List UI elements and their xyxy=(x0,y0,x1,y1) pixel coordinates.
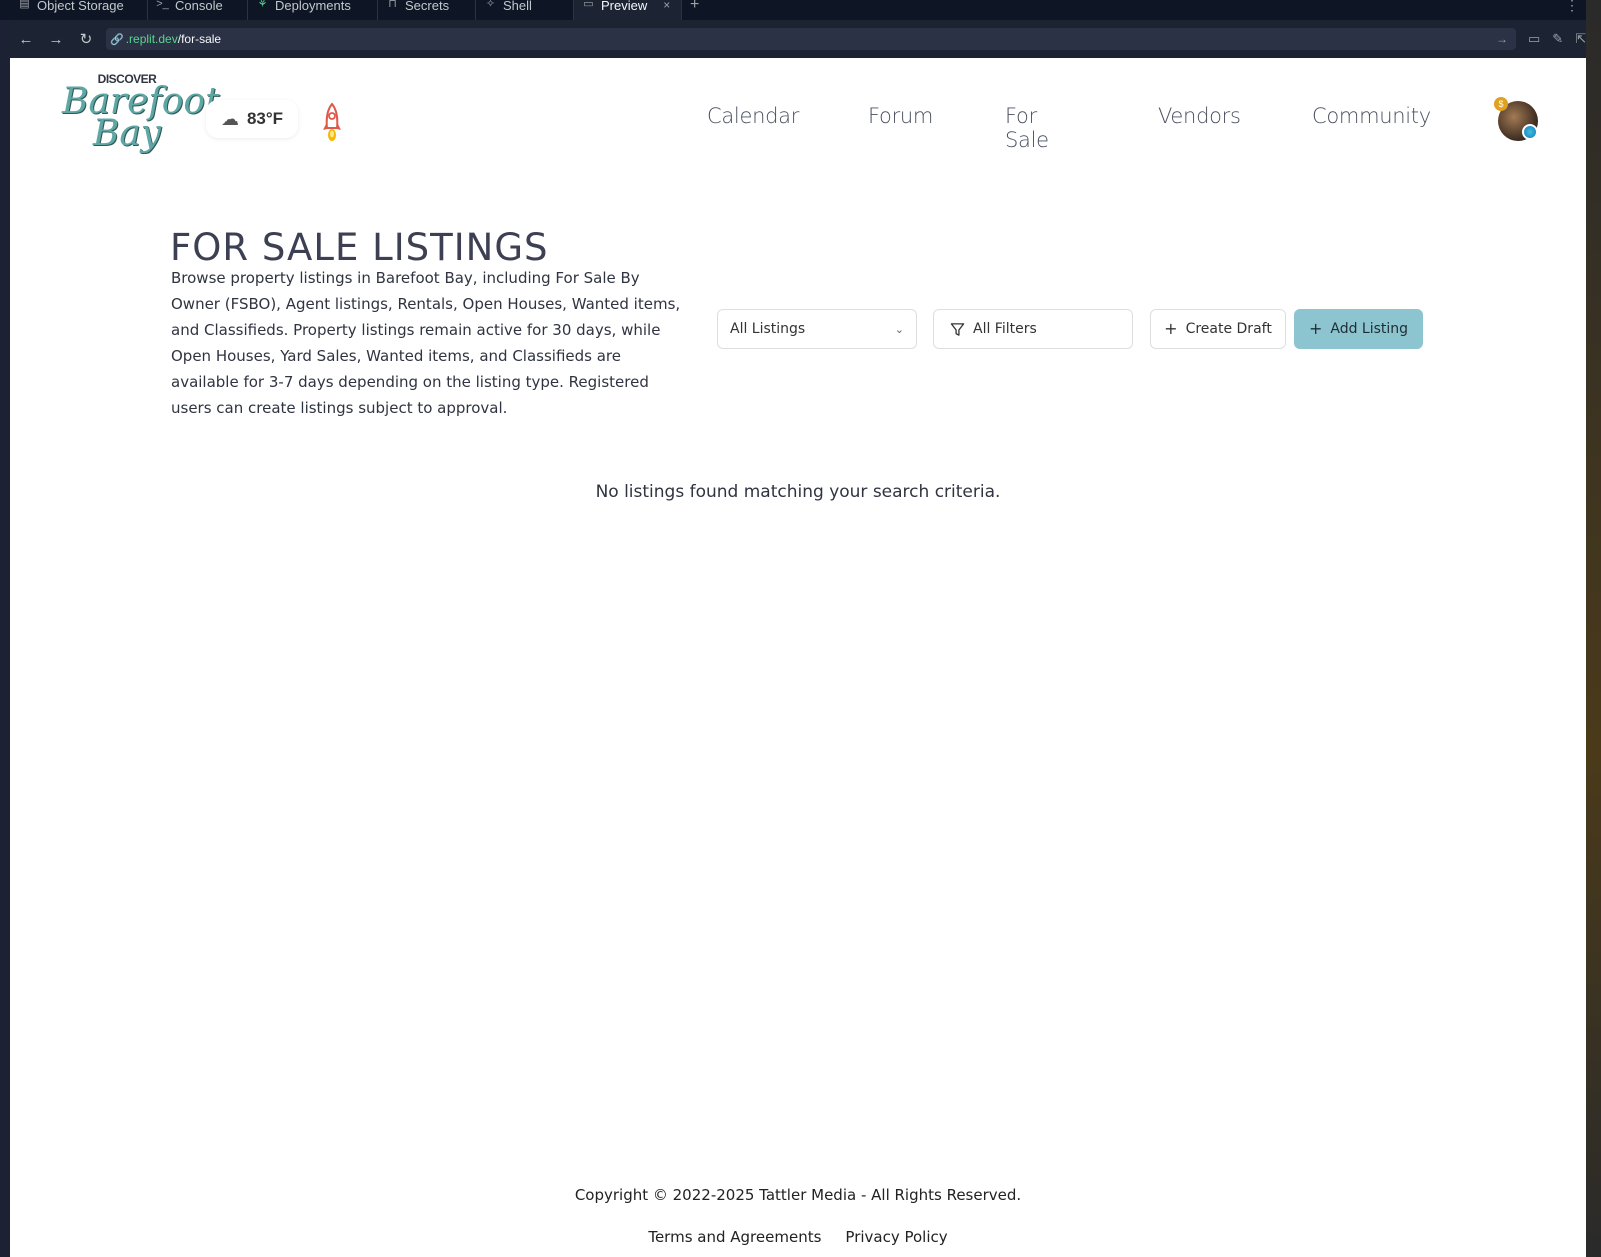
all-filters-button[interactable]: All Filters xyxy=(933,309,1133,349)
tab-secrets[interactable]: ⊓ Secrets xyxy=(378,0,476,20)
link-icon: 🔗 xyxy=(110,33,124,46)
more-vertical-icon[interactable]: ⋮ xyxy=(1565,0,1579,12)
tab-label: Secrets xyxy=(405,0,450,13)
weather-temperature: 83°F xyxy=(246,109,284,128)
back-arrow-icon[interactable]: ← xyxy=(12,25,40,53)
nav-calendar[interactable]: Calendar xyxy=(707,104,799,128)
rocket-icon[interactable] xyxy=(320,102,344,146)
tab-shell[interactable]: ✧ Shell xyxy=(476,0,574,20)
listing-type-select[interactable]: All Listings ⌄ xyxy=(717,309,917,349)
preview-urlbar: ← → ↻ 🔗 .replit.dev /for-sale → ▭ ✎ ⇱ xyxy=(10,20,1590,58)
tab-label: Shell xyxy=(503,0,532,13)
add-tab-icon[interactable]: + xyxy=(682,0,707,13)
create-draft-label: Create Draft xyxy=(1185,321,1272,337)
filter-icon xyxy=(950,322,965,336)
chevron-down-icon: ⌄ xyxy=(894,322,904,336)
refresh-icon[interactable]: ↻ xyxy=(72,25,100,53)
url-input[interactable]: 🔗 .replit.dev /for-sale → xyxy=(106,28,1516,50)
logo-bay: Bay xyxy=(92,113,162,154)
close-icon[interactable]: × xyxy=(663,0,670,11)
window-edge xyxy=(1586,0,1601,1257)
tab-label: Preview xyxy=(601,0,648,13)
tab-deployments[interactable]: ⚘ Deployments xyxy=(248,0,378,20)
nav-community[interactable]: Community xyxy=(1312,104,1431,128)
terminal-icon: >_ xyxy=(156,0,169,10)
deploy-icon: ⚘ xyxy=(257,0,268,10)
shell-icon: ✧ xyxy=(485,0,496,10)
coin-badge-icon: $ xyxy=(1494,97,1508,111)
nav-for-sale[interactable]: For Sale xyxy=(1005,104,1049,152)
add-listing-button[interactable]: + Add Listing xyxy=(1294,309,1423,349)
lock-icon: ⊓ xyxy=(388,0,397,10)
tab-label: Deployments xyxy=(275,0,351,13)
select-value: All Listings xyxy=(730,321,806,337)
external-link-icon[interactable]: ⇱ xyxy=(1575,31,1586,47)
empty-state-message: No listings found matching your search c… xyxy=(595,482,1001,502)
footer-copyright: Copyright © 2022-2025 Tattler Media - Al… xyxy=(574,1186,1022,1204)
wrench-icon[interactable]: ✎ xyxy=(1552,31,1563,47)
url-path: /for-sale xyxy=(177,32,222,46)
cloud-icon: ☁ xyxy=(220,108,239,129)
site-logo[interactable]: DISCOVER Barefoot Bay xyxy=(62,72,220,162)
monitor-icon: ▭ xyxy=(583,0,594,10)
privacy-link[interactable]: Privacy Policy xyxy=(845,1228,947,1246)
url-host: .replit.dev xyxy=(125,32,178,46)
storage-icon: ▤ xyxy=(19,0,30,10)
workspace-tabbar: ▤ Object Storage >_ Console ⚘ Deployment… xyxy=(0,0,1601,20)
create-draft-button[interactable]: + Create Draft xyxy=(1150,309,1286,349)
add-listing-label: Add Listing xyxy=(1330,321,1409,337)
nav-forum[interactable]: Forum xyxy=(868,104,933,128)
tab-object-storage[interactable]: ▤ Object Storage xyxy=(10,0,148,20)
tab-label: Object Storage xyxy=(37,0,124,13)
plus-icon: + xyxy=(1308,319,1323,338)
preview-tools: ▭ ✎ ⇱ xyxy=(1528,31,1586,47)
tab-preview[interactable]: ▭ Preview × xyxy=(574,0,682,20)
terms-link[interactable]: Terms and Agreements xyxy=(648,1228,821,1246)
forward-arrow-icon[interactable]: → xyxy=(42,25,70,53)
nav-vendors[interactable]: Vendors xyxy=(1158,104,1241,128)
page-title: FOR SALE LISTINGS xyxy=(170,226,549,269)
tab-label: Console xyxy=(175,0,223,13)
footer-links: Terms and Agreements Privacy Policy xyxy=(10,1228,1586,1246)
filters-label: All Filters xyxy=(973,321,1037,337)
page-description: Browse property listings in Barefoot Bay… xyxy=(171,269,681,417)
weather-widget[interactable]: ☁ 83°F xyxy=(206,100,298,138)
globe-badge-icon xyxy=(1522,124,1538,140)
go-arrow-icon[interactable]: → xyxy=(1496,32,1508,46)
tab-console[interactable]: >_ Console xyxy=(148,0,248,20)
plus-icon: + xyxy=(1164,319,1178,338)
preview-viewport: DISCOVER Barefoot Bay ☁ 83°F Calendar Fo… xyxy=(10,58,1586,1257)
devices-icon[interactable]: ▭ xyxy=(1528,31,1540,47)
